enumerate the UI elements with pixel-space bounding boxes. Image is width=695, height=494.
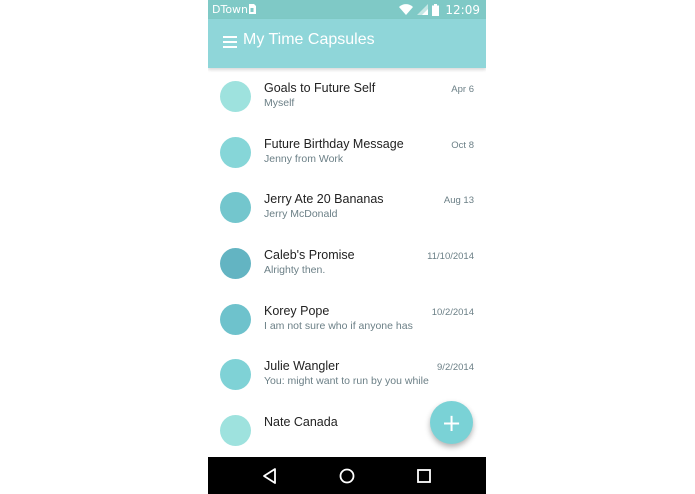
capsule-title: Julie Wangler: [264, 359, 340, 374]
capsule-title: Future Birthday Message: [264, 136, 404, 151]
capsule-title: Korey Pope: [264, 303, 330, 318]
clock: 12:09: [445, 2, 480, 17]
capsule-sender: Jenny from Work: [264, 152, 344, 165]
capsule-title: Nate Canada: [264, 415, 338, 430]
list-item[interactable]: Julie Wangler You: might want to run by …: [208, 346, 486, 402]
capsule-sender: Jerry McDonald: [264, 208, 338, 221]
plus-icon: +: [441, 408, 462, 437]
capsule-title: Goals to Future Self: [264, 81, 376, 95]
add-capsule-button[interactable]: +: [430, 401, 473, 444]
capsule-sender: Myself: [264, 97, 295, 109]
recents-icon[interactable]: [415, 467, 433, 485]
capsule-title: Jerry Ate 20 Bananas: [264, 192, 384, 207]
capsule-sender: You: might want to run by you while: [264, 375, 429, 388]
capsule-date: 9/2/2014: [437, 362, 474, 374]
avatar: [220, 81, 251, 112]
carrier-label: DTown: [212, 3, 249, 16]
capsule-list: Goals to Future Self Myself Apr 6 Future…: [208, 68, 486, 457]
list-item[interactable]: Korey Pope I am not sure who if anyone h…: [208, 291, 486, 347]
home-icon[interactable]: [338, 467, 356, 485]
navigation-bar: [208, 457, 486, 494]
status-bar: DTown 12:09: [208, 0, 486, 19]
page-title: My Time Capsules: [243, 31, 375, 48]
back-icon[interactable]: [261, 467, 279, 485]
hamburger-menu-icon[interactable]: [223, 36, 237, 48]
avatar: [220, 359, 251, 391]
sim-icon: [248, 4, 256, 17]
status-icons: 12:09: [399, 0, 480, 19]
signal-icon: [417, 4, 429, 15]
wifi-icon: [399, 4, 414, 15]
avatar: [220, 136, 251, 168]
list-item[interactable]: Goals to Future Self Myself Apr 6: [208, 68, 486, 124]
avatar: [220, 303, 251, 335]
list-item[interactable]: Jerry Ate 20 Bananas Jerry McDonald Aug …: [208, 179, 486, 235]
avatar: [220, 248, 251, 280]
battery-icon: [432, 3, 440, 16]
capsule-sender: Alrighty then.: [264, 264, 326, 277]
avatar: [220, 415, 251, 447]
capsule-date: Aug 13: [443, 195, 474, 207]
list-item[interactable]: Caleb's Promise Alrighty then. 11/10/201…: [208, 235, 486, 291]
capsule-date: 11/10/2014: [427, 251, 474, 263]
phone-screen: DTown 12:09 My Time Capsules Goals to Fu…: [208, 0, 486, 494]
capsule-title: Caleb's Promise: [264, 248, 355, 263]
capsule-date: 10/2/2014: [431, 306, 474, 318]
capsule-date: Apr 6: [451, 84, 474, 95]
capsule-date: Oct 8: [451, 139, 474, 151]
app-toolbar: My Time Capsules: [208, 19, 486, 68]
avatar: [220, 192, 251, 224]
capsule-sender: I am not sure who if anyone has: [264, 319, 413, 332]
list-item[interactable]: Future Birthday Message Jenny from Work …: [208, 124, 486, 180]
